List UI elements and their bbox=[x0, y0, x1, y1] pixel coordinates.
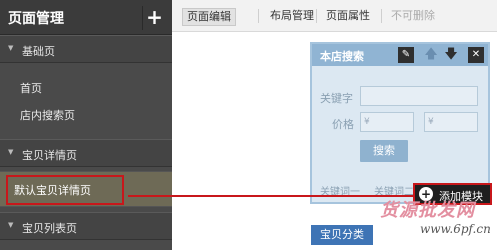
sidebar-section-item-detail[interactable]: ▼ 宝贝详情页 bbox=[0, 139, 172, 167]
toolbar-divider bbox=[258, 9, 259, 23]
arrow-down-icon[interactable]: 🡇 bbox=[444, 46, 458, 64]
search-button[interactable]: 搜索 bbox=[360, 140, 408, 162]
watermark-url: www.6pf.cn bbox=[420, 222, 491, 236]
toolbar-divider bbox=[381, 9, 382, 23]
sidebar-item-label: 默认宝贝详情页 bbox=[14, 184, 91, 197]
edit-icon[interactable]: ✎ bbox=[398, 47, 414, 63]
store-search-module[interactable]: 本店搜索 ✎ 🡅 🡇 ✕ 关键字 价格 ¥ ¥ 搜索 关键词一 关键词二 bbox=[310, 42, 490, 204]
price-max-input[interactable]: ¥ bbox=[424, 112, 478, 132]
annotation-line bbox=[128, 195, 413, 197]
currency-symbol: ¥ bbox=[364, 117, 370, 127]
price-min-input[interactable]: ¥ bbox=[360, 112, 414, 132]
sidebar-section-label: 宝贝列表页 bbox=[22, 222, 77, 235]
sidebar-item-store-search[interactable]: 店内搜索页 bbox=[0, 101, 172, 127]
price-label: 价格 bbox=[332, 118, 354, 131]
sidebar-item-home[interactable]: 首页 bbox=[0, 74, 172, 100]
close-icon[interactable]: ✕ bbox=[468, 47, 484, 63]
triangle-down-icon: ▼ bbox=[8, 221, 14, 229]
sidebar-item-label: 首页 bbox=[20, 82, 42, 95]
sidebar-section-basic[interactable]: ▼ 基础页 bbox=[0, 35, 172, 63]
tab-page-properties[interactable]: 页面属性 bbox=[326, 8, 370, 26]
keyword-input[interactable] bbox=[360, 86, 478, 106]
toolbar-divider bbox=[316, 9, 317, 23]
tab-page-edit[interactable]: 页面编辑 bbox=[182, 8, 236, 26]
arrow-up-icon[interactable]: 🡅 bbox=[424, 46, 438, 64]
sidebar-section-item-list[interactable]: ▼ 宝贝列表页 bbox=[0, 212, 172, 240]
sidebar-section-label: 基础页 bbox=[22, 45, 55, 58]
triangle-down-icon: ▼ bbox=[8, 44, 14, 52]
module-title: 本店搜索 bbox=[320, 50, 364, 63]
keyword-label: 关键字 bbox=[320, 92, 353, 105]
toolbar: 页面编辑 布局管理 页面属性 不可删除 bbox=[172, 0, 497, 32]
delete-disabled-label: 不可删除 bbox=[391, 9, 435, 22]
sidebar-section-label: 宝贝详情页 bbox=[22, 149, 77, 162]
add-page-button[interactable]: + bbox=[142, 6, 166, 30]
sidebar-header: 页面管理 + bbox=[0, 0, 172, 35]
sidebar-item-default-detail[interactable]: 默认宝贝详情页 bbox=[0, 171, 172, 207]
triangle-down-icon: ▼ bbox=[8, 148, 14, 156]
watermark-text: 货源批发网 bbox=[380, 200, 475, 221]
currency-symbol: ¥ bbox=[428, 117, 434, 127]
module-header: 本店搜索 ✎ 🡅 🡇 ✕ bbox=[312, 44, 488, 66]
tab-layout-manage[interactable]: 布局管理 bbox=[270, 8, 314, 26]
sidebar: 页面管理 + ▼ 基础页 首页 店内搜索页 ▼ 宝贝详情页 默认宝贝详情页 ▼ … bbox=[0, 0, 172, 250]
sidebar-title: 页面管理 bbox=[8, 11, 64, 27]
item-category-button[interactable]: 宝贝分类 bbox=[311, 225, 373, 245]
sidebar-item-label: 店内搜索页 bbox=[20, 109, 75, 122]
